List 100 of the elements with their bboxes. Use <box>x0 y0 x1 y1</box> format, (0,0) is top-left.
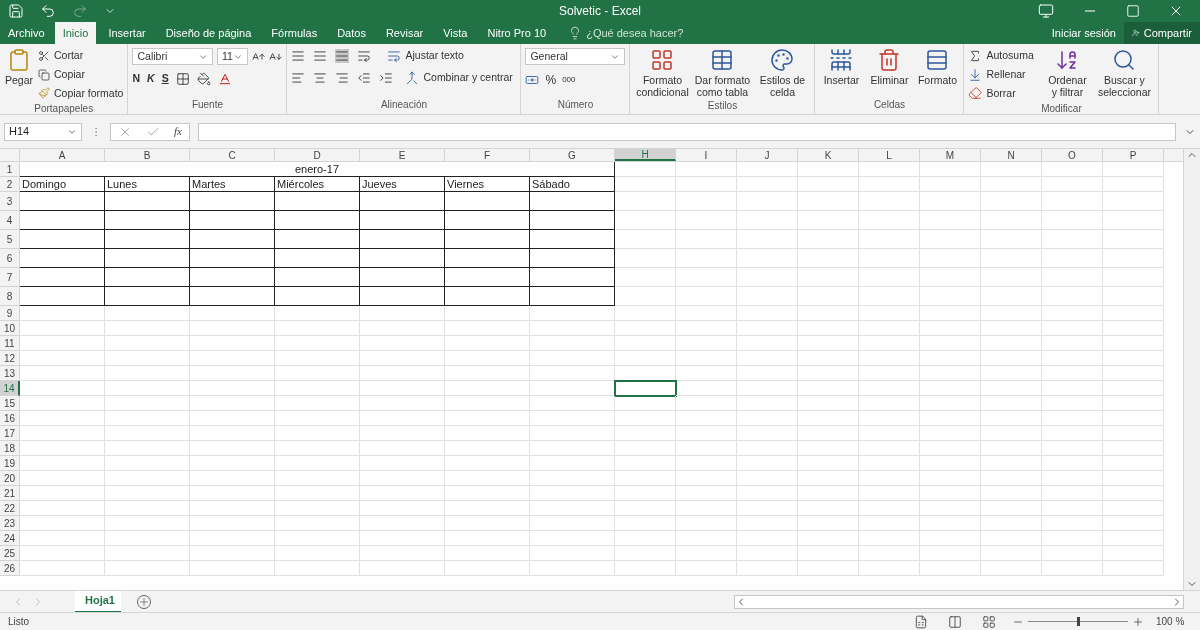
sign-in-link[interactable]: Iniciar sesión <box>1043 22 1124 44</box>
table-cell[interactable]: Domingo <box>20 177 105 192</box>
decrease-indent-icon[interactable] <box>357 70 372 85</box>
ribbon-tab[interactable]: Nitro Pro 10 <box>479 22 555 44</box>
page-break-icon[interactable] <box>982 614 996 629</box>
column-header[interactable]: D <box>275 149 360 161</box>
column-header[interactable]: A <box>20 149 105 161</box>
style-button[interactable]: Estilos de celda <box>754 48 811 98</box>
cells-button[interactable]: Formato <box>915 48 960 86</box>
row-header[interactable]: 3 <box>0 192 20 211</box>
column-header[interactable]: K <box>798 149 859 161</box>
align-top-icon[interactable] <box>291 48 306 63</box>
row-header[interactable]: 25 <box>0 546 20 561</box>
row-header[interactable]: 15 <box>0 396 20 411</box>
row-header[interactable]: 19 <box>0 456 20 471</box>
thousands-button[interactable]: 000 <box>562 74 576 86</box>
table-cell[interactable]: Lunes <box>105 177 190 192</box>
row-header[interactable]: 7 <box>0 268 20 287</box>
row-header[interactable]: 8 <box>0 287 20 306</box>
cut-button[interactable]: Cortar <box>38 48 124 64</box>
fill-color-icon[interactable] <box>196 71 211 86</box>
cells-button[interactable]: Eliminar <box>867 48 912 86</box>
column-header[interactable]: N <box>981 149 1042 161</box>
format-painter-button[interactable]: Copiar formato <box>38 85 124 102</box>
sheet-tab[interactable]: Hoja1 <box>75 590 121 613</box>
cells-button[interactable]: Insertar <box>819 48 864 86</box>
paste-button[interactable]: Pegar <box>4 48 34 86</box>
ribbon-tab[interactable]: Fórmulas <box>263 22 326 44</box>
row-header[interactable]: 24 <box>0 531 20 546</box>
column-header[interactable]: I <box>676 149 737 161</box>
table-cell[interactable]: Miércoles <box>275 177 360 192</box>
ribbon-tab[interactable]: Inicio <box>54 22 97 44</box>
ribbon-tab[interactable]: Datos <box>329 22 374 44</box>
row-header[interactable]: 16 <box>0 411 20 426</box>
number-format-dropdown[interactable]: General <box>525 48 626 65</box>
wrap-text-button[interactable]: Ajustar texto <box>387 48 464 64</box>
row-header[interactable]: 21 <box>0 486 20 501</box>
row-header[interactable]: 14 <box>0 381 20 396</box>
borders-icon[interactable] <box>175 71 190 86</box>
increase-indent-icon[interactable] <box>379 70 394 85</box>
zoom-slider-thumb[interactable] <box>1076 617 1080 626</box>
row-header[interactable]: 12 <box>0 351 20 366</box>
normal-view-icon[interactable] <box>914 614 928 629</box>
row-header[interactable]: 11 <box>0 336 20 351</box>
row-header[interactable]: 6 <box>0 249 20 268</box>
zoom-in-icon[interactable] <box>1132 615 1144 628</box>
percent-button[interactable]: % <box>545 71 557 89</box>
row-header[interactable]: 17 <box>0 426 20 441</box>
clear-button[interactable]: Borrar <box>968 85 1041 102</box>
ribbon-display-icon[interactable] <box>1038 3 1054 19</box>
align-right-icon[interactable] <box>335 70 350 85</box>
currency-icon[interactable] <box>525 73 540 87</box>
column-header[interactable]: H <box>615 149 676 161</box>
font-color-icon[interactable] <box>217 71 232 86</box>
table-title[interactable]: enero-17 <box>20 162 615 177</box>
zoom-level[interactable]: 100 % <box>1156 614 1192 629</box>
ribbon-tab[interactable]: Insertar <box>100 22 154 44</box>
column-header[interactable]: B <box>105 149 190 161</box>
column-header[interactable]: F <box>445 149 530 161</box>
page-layout-icon[interactable] <box>948 614 962 629</box>
merge-center-button[interactable]: Combinar y centrar <box>405 69 513 86</box>
style-button[interactable]: Dar formato como tabla <box>694 48 751 98</box>
column-header[interactable]: O <box>1042 149 1103 161</box>
find-select-button[interactable]: Buscar y seleccionar <box>1094 48 1155 98</box>
italic-button[interactable]: K <box>147 71 155 87</box>
insert-function-button[interactable]: fx <box>174 123 182 140</box>
table-cell[interactable]: Jueves <box>360 177 445 192</box>
autosum-button[interactable]: Autosuma <box>968 48 1041 64</box>
style-button[interactable]: Formato condicional <box>634 48 691 98</box>
table-cell[interactable]: Viernes <box>445 177 530 192</box>
horizontal-scrollbar[interactable] <box>734 594 1184 609</box>
ribbon-tab[interactable]: Archivo <box>0 22 53 44</box>
ribbon-tab[interactable]: Vista <box>435 22 476 44</box>
font-size-dropdown[interactable]: 11 <box>216 48 248 65</box>
column-header[interactable]: M <box>920 149 981 161</box>
ribbon-tab[interactable]: Diseño de página <box>157 22 260 44</box>
column-header[interactable]: L <box>859 149 920 161</box>
ribbon-tab[interactable]: Revisar <box>377 22 432 44</box>
row-header[interactable]: 18 <box>0 441 20 456</box>
row-header[interactable]: 13 <box>0 366 20 381</box>
row-header[interactable]: 23 <box>0 516 20 531</box>
row-header[interactable]: 22 <box>0 501 20 516</box>
sort-filter-button[interactable]: Ordenar y filtrar <box>1044 48 1091 98</box>
align-middle-icon[interactable] <box>313 48 328 63</box>
column-header[interactable]: P <box>1103 149 1164 161</box>
row-header[interactable]: 9 <box>0 306 20 321</box>
column-header[interactable]: C <box>190 149 275 161</box>
row-header[interactable]: 5 <box>0 230 20 249</box>
formula-field[interactable] <box>198 122 1176 141</box>
table-cell[interactable]: Martes <box>190 177 275 192</box>
align-left-icon[interactable] <box>291 70 306 85</box>
align-center-icon[interactable] <box>313 70 328 85</box>
selected-cell[interactable] <box>615 381 676 396</box>
row-header[interactable]: 4 <box>0 211 20 230</box>
row-header[interactable]: 10 <box>0 321 20 336</box>
undo-icon[interactable] <box>40 3 56 19</box>
row-header[interactable]: 20 <box>0 471 20 486</box>
orientation-icon[interactable] <box>357 48 372 63</box>
vertical-scrollbar[interactable] <box>1183 149 1200 590</box>
name-box[interactable]: H14 <box>4 122 82 141</box>
